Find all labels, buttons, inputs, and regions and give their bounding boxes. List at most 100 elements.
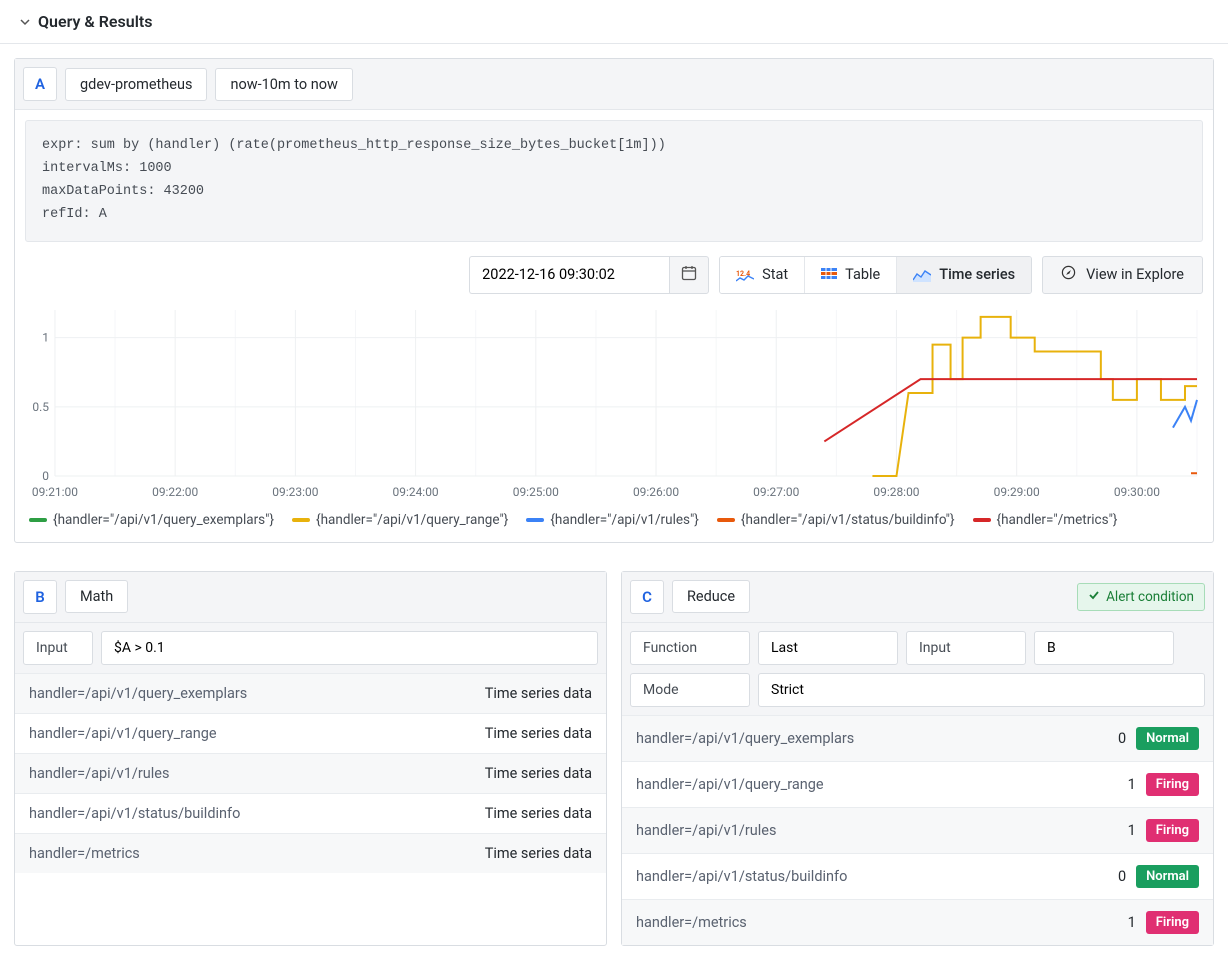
panel-c-type[interactable]: Reduce — [672, 580, 750, 613]
timestamp-input-group — [469, 256, 709, 294]
series-type: Time series data — [485, 765, 592, 782]
panel-a-header: A gdev-prometheus now-10m to now — [15, 59, 1213, 110]
state-badge: Firing — [1146, 911, 1199, 934]
result-row: handler=/api/v1/status/buildinfo 0 Norma… — [622, 853, 1213, 899]
result-row: handler=/metrics Time series data — [15, 833, 606, 873]
legend-item[interactable]: {handler="/api/v1/query_range"} — [292, 512, 508, 528]
query-panel-a: A gdev-prometheus now-10m to now expr: s… — [14, 58, 1214, 543]
legend-item[interactable]: {handler="/api/v1/rules"} — [526, 512, 699, 528]
section-title: Query & Results — [38, 12, 152, 31]
legend-label: {handler="/api/v1/query_exemplars"} — [53, 512, 274, 528]
series-name: handler=/api/v1/rules — [636, 822, 776, 839]
chart-legend: {handler="/api/v1/query_exemplars"} {hand… — [15, 510, 1213, 542]
datasource-picker[interactable]: gdev-prometheus — [65, 68, 207, 101]
series-type: Time series data — [485, 685, 592, 702]
view-stat-button[interactable]: 12.4 Stat — [720, 257, 805, 293]
table-icon — [821, 268, 837, 282]
legend-swatch — [717, 518, 735, 522]
panel-c-function-label: Function — [630, 631, 750, 665]
chevron-down-icon — [20, 17, 30, 27]
alert-condition-label: Alert condition — [1106, 589, 1194, 605]
view-in-explore-label: View in Explore — [1086, 266, 1184, 283]
panel-c-header: C Reduce Alert condition — [622, 572, 1213, 623]
legend-label: {handler="/api/v1/rules"} — [550, 512, 699, 528]
result-row: handler=/api/v1/query_range Time series d… — [15, 713, 606, 753]
panel-b-input-field[interactable] — [101, 631, 598, 665]
expression-panel-b: B Math Input handler=/api/v1/query_exemp… — [14, 571, 607, 946]
panel-c-results: handler=/api/v1/query_exemplars 0 Normal… — [622, 715, 1213, 945]
svg-text:09:27:00: 09:27:00 — [753, 485, 799, 499]
legend-swatch — [973, 518, 991, 522]
view-stat-label: Stat — [762, 266, 788, 283]
view-timeseries-button[interactable]: Time series — [897, 257, 1031, 293]
calendar-button[interactable] — [669, 256, 709, 294]
time-series-chart[interactable]: 00.5109:21:0009:22:0009:23:0009:24:0009:… — [25, 304, 1203, 504]
legend-item[interactable]: {handler="/api/v1/status/buildinfo"} — [717, 512, 955, 528]
view-table-button[interactable]: Table — [805, 257, 897, 293]
result-row: handler=/api/v1/rules Time series data — [15, 753, 606, 793]
panel-c-mode-field[interactable] — [758, 673, 1205, 707]
series-name: handler=/api/v1/status/buildinfo — [636, 868, 847, 885]
compass-icon — [1061, 265, 1076, 284]
svg-text:09:23:00: 09:23:00 — [272, 485, 318, 499]
panel-b-input-label: Input — [23, 631, 93, 665]
series-name: handler=/api/v1/rules — [29, 765, 169, 782]
legend-swatch — [29, 518, 47, 522]
check-icon — [1088, 589, 1100, 605]
series-name: handler=/metrics — [29, 845, 140, 862]
series-name: handler=/api/v1/query_exemplars — [29, 685, 247, 702]
series-name: handler=/api/v1/query_range — [29, 725, 217, 742]
panel-c-row2: Mode — [622, 673, 1213, 715]
expression-panel-c: C Reduce Alert condition Function Input … — [621, 571, 1214, 946]
timestamp-input[interactable] — [469, 256, 669, 294]
panel-b-input-row: Input — [15, 623, 606, 673]
legend-swatch — [526, 518, 544, 522]
state-badge: Firing — [1146, 819, 1199, 842]
series-value: 1 — [1128, 822, 1136, 839]
legend-item[interactable]: {handler="/api/v1/query_exemplars"} — [29, 512, 274, 528]
panel-b-type[interactable]: Math — [65, 580, 128, 613]
series-name: handler=/api/v1/query_range — [636, 776, 824, 793]
svg-text:09:22:00: 09:22:00 — [152, 485, 198, 499]
result-row: handler=/api/v1/status/buildinfoTime ser… — [15, 793, 606, 833]
series-value: 0 — [1118, 868, 1126, 885]
panel-c-row1: Function Input — [622, 623, 1213, 673]
result-row: handler=/api/v1/rules 1 Firing — [622, 807, 1213, 853]
ref-badge-c: C — [630, 580, 664, 614]
svg-text:09:30:00: 09:30:00 — [1114, 485, 1160, 499]
alert-condition-badge[interactable]: Alert condition — [1077, 583, 1205, 611]
legend-label: {handler="/api/v1/status/buildinfo"} — [741, 512, 955, 528]
panel-c-input-label: Input — [906, 631, 1026, 665]
section-header[interactable]: Query & Results — [0, 0, 1228, 44]
panel-b-results: handler=/api/v1/query_exemplars Time seri… — [15, 673, 606, 873]
panel-c-input-field[interactable] — [1034, 631, 1174, 665]
series-name: handler=/api/v1/query_exemplars — [636, 730, 854, 747]
panel-b-header: B Math — [15, 572, 606, 623]
series-value: 0 — [1118, 730, 1126, 747]
legend-label: {handler="/api/v1/query_range"} — [316, 512, 508, 528]
svg-text:09:29:00: 09:29:00 — [994, 485, 1040, 499]
ref-badge-a: A — [23, 67, 57, 101]
timeseries-icon — [913, 268, 931, 282]
time-range-picker[interactable]: now-10m to now — [215, 68, 352, 101]
result-row: handler=/api/v1/query_exemplars 0 Normal — [622, 715, 1213, 761]
series-value: 1 — [1128, 776, 1136, 793]
chart-toolbar: 12.4 Stat Table Time series — [15, 252, 1213, 304]
panel-c-function-field[interactable] — [758, 631, 898, 665]
ref-badge-b: B — [23, 580, 57, 614]
result-row: handler=/api/v1/query_range 1 Firing — [622, 761, 1213, 807]
view-table-label: Table — [845, 266, 880, 283]
series-type: Time series data — [485, 725, 592, 742]
view-mode-group: 12.4 Stat Table Time series — [719, 256, 1032, 294]
series-type: Time series data — [485, 845, 592, 862]
svg-text:1: 1 — [42, 330, 49, 344]
view-in-explore-button[interactable]: View in Explore — [1042, 256, 1203, 294]
state-badge: Normal — [1136, 727, 1199, 750]
legend-item[interactable]: {handler="/metrics"} — [973, 512, 1118, 528]
series-name: handler=/metrics — [636, 914, 747, 931]
series-value: 1 — [1128, 914, 1136, 931]
result-row: handler=/api/v1/query_exemplars Time seri… — [15, 673, 606, 713]
legend-swatch — [292, 518, 310, 522]
legend-label: {handler="/metrics"} — [997, 512, 1118, 528]
calendar-icon — [681, 265, 697, 284]
